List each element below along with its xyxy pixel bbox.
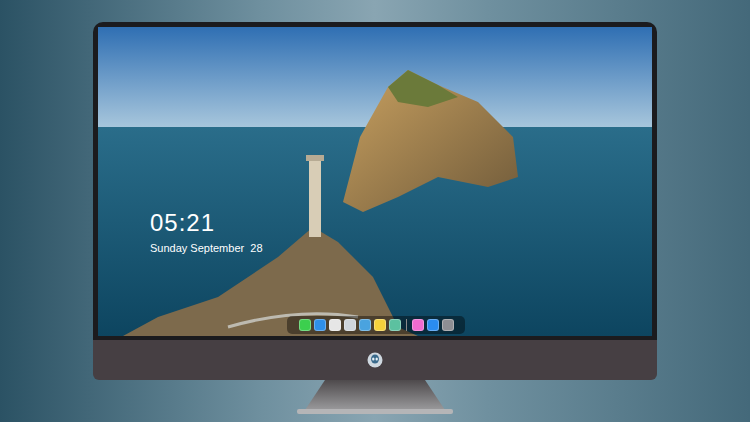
dock-app-icon[interactable] (389, 319, 401, 331)
dock-app-icon[interactable] (374, 319, 386, 331)
monitor-chin (93, 340, 657, 380)
wallpaper (98, 27, 652, 336)
dock-app-icon[interactable] (344, 319, 356, 331)
dock-app-icon[interactable] (329, 319, 341, 331)
clock-widget: 05:21 Sunday September 28 (150, 209, 263, 255)
background: 05:21 Sunday September 28 (0, 0, 750, 422)
dock (287, 316, 465, 334)
dock-app-icon[interactable] (314, 319, 326, 331)
dock-app-icon[interactable] (412, 319, 424, 331)
monitor-stand (285, 380, 465, 414)
clock-time: 05:21 (150, 209, 263, 237)
brand-logo-icon (367, 352, 383, 368)
dock-app-icon[interactable] (427, 319, 439, 331)
monitor-screen: 05:21 Sunday September 28 (93, 22, 657, 340)
desktop: 05:21 Sunday September 28 (98, 27, 652, 336)
clock-date: Sunday September 28 (150, 241, 263, 255)
dock-app-icon[interactable] (359, 319, 371, 331)
dock-app-icon[interactable] (442, 319, 454, 331)
dock-app-icon[interactable] (299, 319, 311, 331)
dock-separator (406, 319, 407, 331)
